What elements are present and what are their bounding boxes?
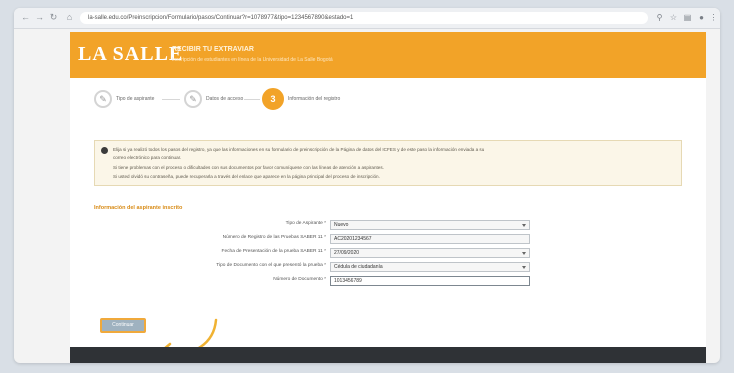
site-footer — [70, 347, 706, 363]
form-row-registration-number: Número de Registro de las Pruebas SABER … — [130, 234, 540, 245]
form-row-document-number: Número de Documento * 1013456789 — [130, 276, 540, 287]
step-1-label: Tipo de aspirante — [116, 96, 155, 102]
info-notice: Elija si ya realizó todos los pasos del … — [94, 140, 682, 186]
profile-icon[interactable]: ● — [696, 12, 707, 23]
step-3-label: Información del registro — [288, 96, 341, 102]
form-row-document-type: Tipo de Documento con el que presentó la… — [130, 262, 540, 273]
notice-line: Si tiene problemas con el proceso o difi… — [113, 165, 384, 170]
document-number-input[interactable]: 1013456789 — [330, 276, 530, 286]
step-2-label: Datos de acceso — [206, 96, 244, 102]
step-connector — [162, 99, 180, 100]
document-type-label: Tipo de Documento con el que presentó la… — [216, 263, 326, 268]
page-content: LA SALLE RECIBIR TU EXTRAVIAR Inscripció… — [70, 32, 706, 363]
form-row-exam-date: Fecha de Presentación de la prueba SABER… — [130, 248, 540, 259]
registration-number-label: Número de Registro de las Pruebas SABER … — [222, 235, 326, 240]
exam-date-input[interactable]: 27/09/2020 — [330, 248, 530, 258]
step-1-icon: ✎ — [94, 90, 112, 108]
exam-date-label: Fecha de Presentación de la prueba SABER… — [221, 249, 326, 254]
star-icon[interactable]: ☆ — [668, 12, 679, 23]
search-icon[interactable]: ⚲ — [654, 12, 665, 23]
section-title: Información del aspirante inscrito — [94, 205, 183, 211]
site-header: LA SALLE RECIBIR TU EXTRAVIAR Inscripció… — [70, 32, 706, 78]
notice-line: Si usted olvidó su contraseña, puede rec… — [113, 174, 380, 179]
form-row-aspirant-type: Tipo de Aspirante * Nuevo — [130, 220, 540, 231]
registration-number-input[interactable]: AC20201234567 — [330, 234, 530, 244]
url-input[interactable]: la-salle.edu.co/Preinscripcion/Formulari… — [80, 12, 648, 24]
extensions-icon[interactable]: ▤ — [682, 12, 693, 23]
step-connector — [244, 99, 260, 100]
home-icon[interactable]: ⌂ — [64, 12, 75, 23]
info-icon — [101, 147, 108, 154]
forward-icon[interactable]: → — [34, 12, 45, 23]
university-logo[interactable]: LA SALLE — [78, 43, 183, 66]
browser-window: ← → ↻ ⌂ la-salle.edu.co/Preinscripcion/F… — [14, 8, 720, 363]
back-icon[interactable]: ← — [20, 12, 31, 23]
step-2-icon: ✎ — [184, 90, 202, 108]
document-number-label: Número de Documento * — [273, 277, 326, 282]
notice-line: correo electrónico para continuar. — [113, 155, 182, 160]
document-type-select[interactable]: Cédula de ciudadanía — [330, 262, 530, 272]
reload-icon[interactable]: ↻ — [48, 12, 59, 23]
continue-button[interactable]: Continuar — [100, 318, 146, 333]
progress-steps: ✎ Tipo de aspirante ✎ Datos de acceso 3 … — [94, 88, 394, 112]
notice-line: Elija si ya realizó todos los pasos del … — [113, 147, 485, 152]
header-subtitle: Inscripción de estudiantes en línea de l… — [172, 57, 333, 63]
menu-icon[interactable]: ⋮ — [708, 12, 719, 23]
address-bar: ← → ↻ ⌂ la-salle.edu.co/Preinscripcion/F… — [14, 8, 720, 29]
step-3-icon: 3 — [262, 88, 284, 110]
aspirant-type-label: Tipo de Aspirante * — [285, 221, 326, 226]
aspirant-type-select[interactable]: Nuevo — [330, 220, 530, 230]
header-title: RECIBIR TU EXTRAVIAR — [172, 46, 254, 53]
